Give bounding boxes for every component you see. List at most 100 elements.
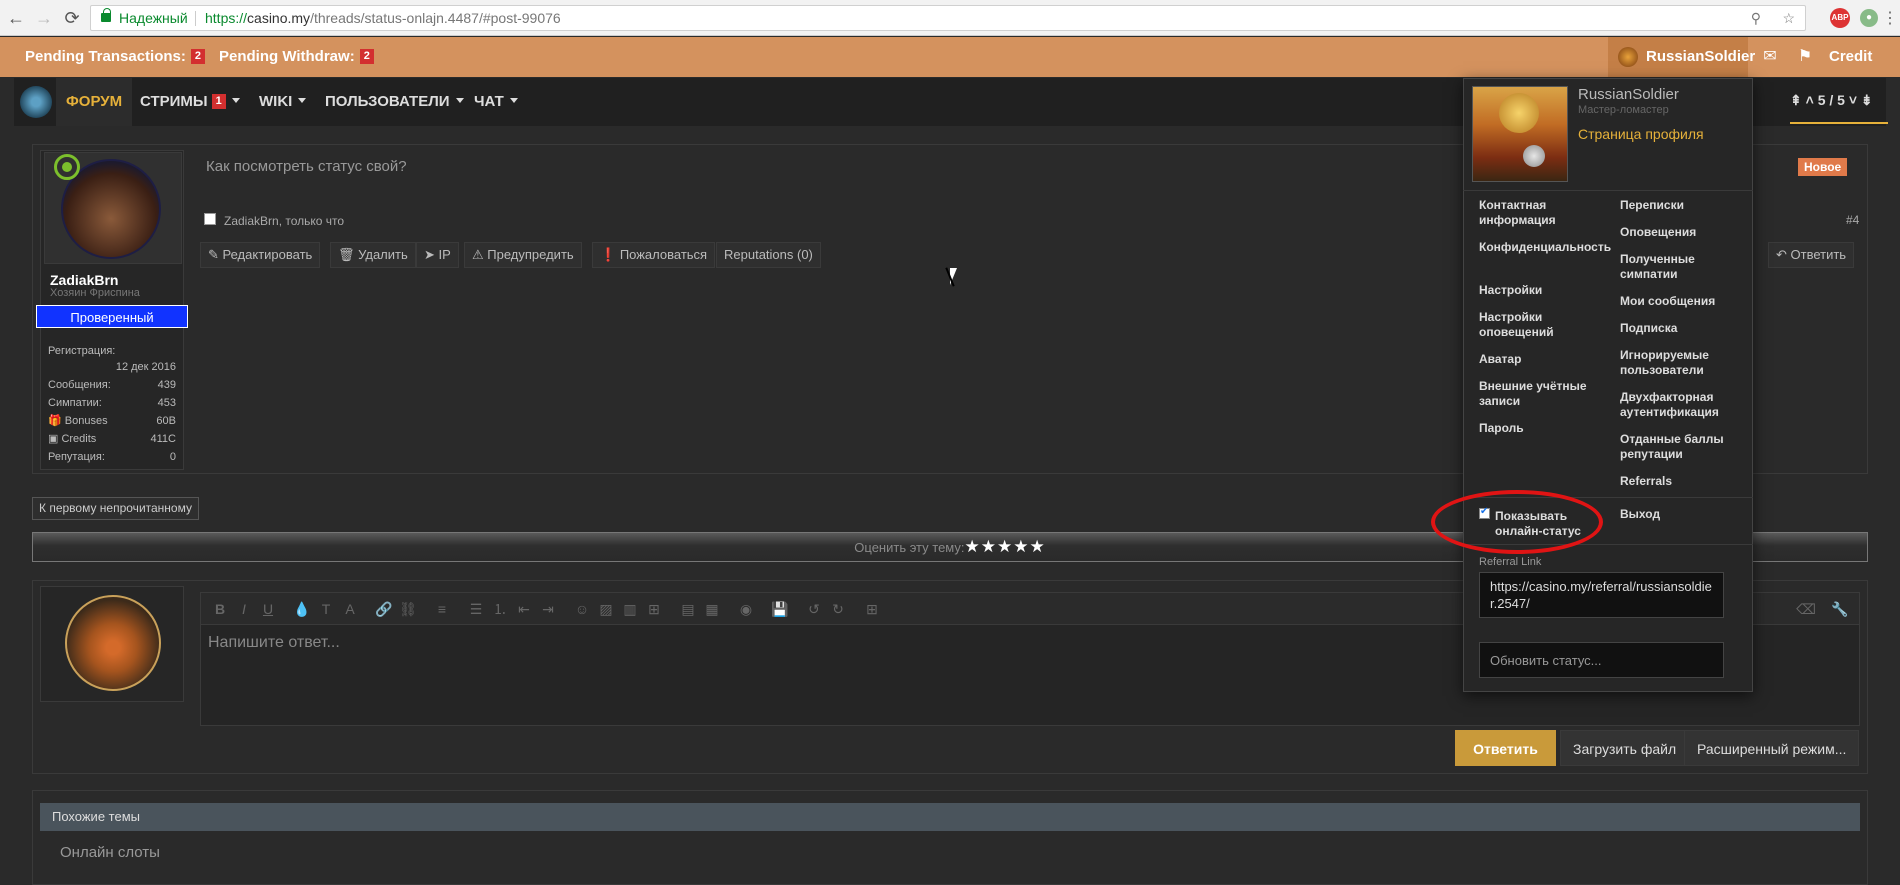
menu-reputation-given[interactable]: Отданные баллы репутации: [1620, 432, 1738, 462]
indent-icon[interactable]: ⇥: [535, 593, 561, 625]
adblock-extension-icon[interactable]: ABP: [1830, 8, 1850, 28]
eraser-icon[interactable]: ⌫: [1793, 593, 1819, 625]
user-menu-button[interactable]: RussianSoldier: [1608, 37, 1755, 77]
code-icon[interactable]: ▦: [699, 593, 725, 625]
extension-icon[interactable]: ⚲: [1751, 6, 1761, 30]
page-navigator[interactable]: ⇞ ˄ 5 / 5 ˅ ⇟: [1790, 92, 1888, 124]
report-button[interactable]: ❗ Пожаловаться: [592, 242, 716, 268]
first-unread-link[interactable]: К первому непрочитанному: [32, 497, 199, 520]
delete-button[interactable]: 🗑 Удалить: [330, 242, 416, 268]
upload-file-button[interactable]: Загрузить файл: [1560, 730, 1690, 766]
nav-wiki[interactable]: Wiki: [259, 78, 307, 126]
undo-icon[interactable]: ↺: [801, 593, 827, 625]
double-chevron-down-icon[interactable]: ⇟: [1861, 92, 1873, 108]
table-icon[interactable]: ⊞: [859, 593, 885, 625]
menu-referrals[interactable]: Referrals: [1620, 474, 1738, 489]
redo-icon[interactable]: ↻: [825, 593, 851, 625]
chevron-down-icon: [298, 98, 307, 103]
stat-label: Репутация:: [48, 451, 105, 463]
smiley-icon[interactable]: ☺: [569, 593, 595, 625]
forward-icon[interactable]: →: [32, 6, 56, 30]
credit-link[interactable]: Credit: [1829, 37, 1872, 77]
reputations-button[interactable]: Reputations (0): [716, 242, 821, 268]
bullet-list-icon[interactable]: ☰: [463, 593, 489, 625]
ip-label: IP: [438, 247, 451, 262]
nav-users[interactable]: Пользователи: [325, 78, 464, 126]
ip-button[interactable]: ➤ IP: [416, 242, 459, 268]
pending-withdraw[interactable]: Pending Withdraw: 2: [219, 37, 374, 77]
menu-subscriptions[interactable]: Подписка: [1620, 321, 1738, 336]
envelope-icon[interactable]: ✉: [1760, 47, 1780, 67]
logout-link[interactable]: Выход: [1620, 507, 1660, 521]
menu-alert-settings[interactable]: Настройки оповещений: [1479, 310, 1597, 340]
stat-label: Bonuses: [64, 415, 108, 427]
flag-icon[interactable]: ⚑: [1795, 47, 1815, 67]
font-family-icon[interactable]: A: [337, 593, 363, 625]
referral-link-field[interactable]: https://casino.my/referral/russiansoldie…: [1479, 572, 1724, 618]
preview-icon[interactable]: ◉: [733, 593, 759, 625]
stat-bonuses: 🎁 Bonuses 60B: [48, 412, 176, 430]
dropdown-username: RussianSoldier: [1578, 86, 1679, 103]
wrench-icon[interactable]: 🔧: [1827, 593, 1853, 625]
menu-ignored-users[interactable]: Игнорируемые пользователи: [1620, 348, 1738, 378]
menu-password[interactable]: Пароль: [1479, 421, 1597, 436]
menu-alerts[interactable]: Оповещения: [1620, 225, 1738, 240]
unlink-icon[interactable]: ⛓: [395, 593, 421, 625]
bookmark-star-icon[interactable]: ☆: [1782, 6, 1795, 30]
menu-external-accounts[interactable]: Внешние учётные записи: [1479, 379, 1597, 409]
dropdown-rank: Мастер-ломастер: [1578, 104, 1669, 116]
font-size-icon[interactable]: T: [313, 593, 339, 625]
menu-settings[interactable]: Настройки: [1479, 283, 1597, 298]
browser-menu-icon[interactable]: ⋮: [1882, 8, 1898, 28]
warn-button[interactable]: ⚠ Предупредить: [464, 242, 582, 268]
bold-icon[interactable]: B: [207, 593, 233, 625]
post-number[interactable]: #4: [1846, 213, 1859, 227]
url-scheme: https://: [205, 10, 248, 26]
numbered-list-icon[interactable]: ⒈: [487, 593, 513, 625]
address-bar[interactable]: Надежный https://casino.my/threads/statu…: [90, 5, 1806, 31]
menu-my-messages[interactable]: Мои сообщения: [1620, 294, 1738, 309]
media-icon[interactable]: ▥: [617, 593, 643, 625]
site-logo[interactable]: [20, 86, 52, 118]
menu-conversations[interactable]: Переписки: [1620, 198, 1738, 213]
profile-page-link[interactable]: Страница профиля: [1578, 126, 1704, 142]
outdent-icon[interactable]: ⇤: [511, 593, 537, 625]
reply-post-button[interactable]: ↶ Ответить: [1768, 242, 1855, 268]
save-icon[interactable]: 💾: [767, 593, 793, 625]
menu-privacy[interactable]: Конфиденциальность: [1479, 240, 1611, 255]
menu-likes-received[interactable]: Полученные симпатии: [1620, 252, 1738, 282]
insert-icon[interactable]: ⊞: [641, 593, 667, 625]
reload-icon[interactable]: ⟳: [60, 6, 84, 30]
italic-icon[interactable]: I: [231, 593, 257, 625]
status-update-input[interactable]: [1479, 642, 1724, 678]
select-post-checkbox[interactable]: [204, 213, 216, 225]
menu-contact-info[interactable]: Контактная информация: [1479, 198, 1597, 228]
poster-name[interactable]: ZadiakBrn: [50, 272, 118, 288]
pending-withdraw-count: 2: [359, 49, 374, 64]
nav-streams[interactable]: Стримы 1: [140, 78, 240, 126]
double-chevron-up-icon[interactable]: ⇞: [1790, 92, 1802, 108]
menu-two-factor[interactable]: Двухфакторная аутентификация: [1620, 390, 1738, 420]
dropdown-avatar[interactable]: [1472, 86, 1568, 182]
chevron-up-icon[interactable]: ˄: [1806, 92, 1814, 108]
nav-forum[interactable]: Форум: [56, 78, 133, 126]
similar-thread-item[interactable]: Онлайн слоты: [60, 844, 160, 861]
nav-chat[interactable]: Чат: [474, 78, 518, 126]
menu-avatar[interactable]: Аватар: [1479, 352, 1597, 367]
chevron-down-icon[interactable]: ˅: [1849, 92, 1857, 108]
color-icon[interactable]: 💧: [289, 593, 315, 625]
advanced-mode-button[interactable]: Расширенный режим...: [1684, 730, 1860, 766]
align-icon[interactable]: ≡: [429, 593, 455, 625]
rating-stars[interactable]: ★★★★★: [965, 537, 1046, 556]
post-meta[interactable]: ZadiakBrn, только что: [224, 214, 344, 228]
image-icon[interactable]: ▨: [593, 593, 619, 625]
link-icon[interactable]: 🔗: [371, 593, 397, 625]
back-icon[interactable]: ←: [4, 6, 28, 30]
reply-button[interactable]: Ответить: [1455, 730, 1556, 766]
underline-icon[interactable]: U: [255, 593, 281, 625]
edit-button[interactable]: ✎ Редактировать: [200, 242, 321, 268]
url-host: casino.my: [247, 10, 311, 26]
pending-transactions[interactable]: Pending Transactions: 2: [25, 37, 205, 77]
quote-icon[interactable]: ▤: [675, 593, 701, 625]
extension-icon[interactable]: ●: [1860, 9, 1878, 27]
